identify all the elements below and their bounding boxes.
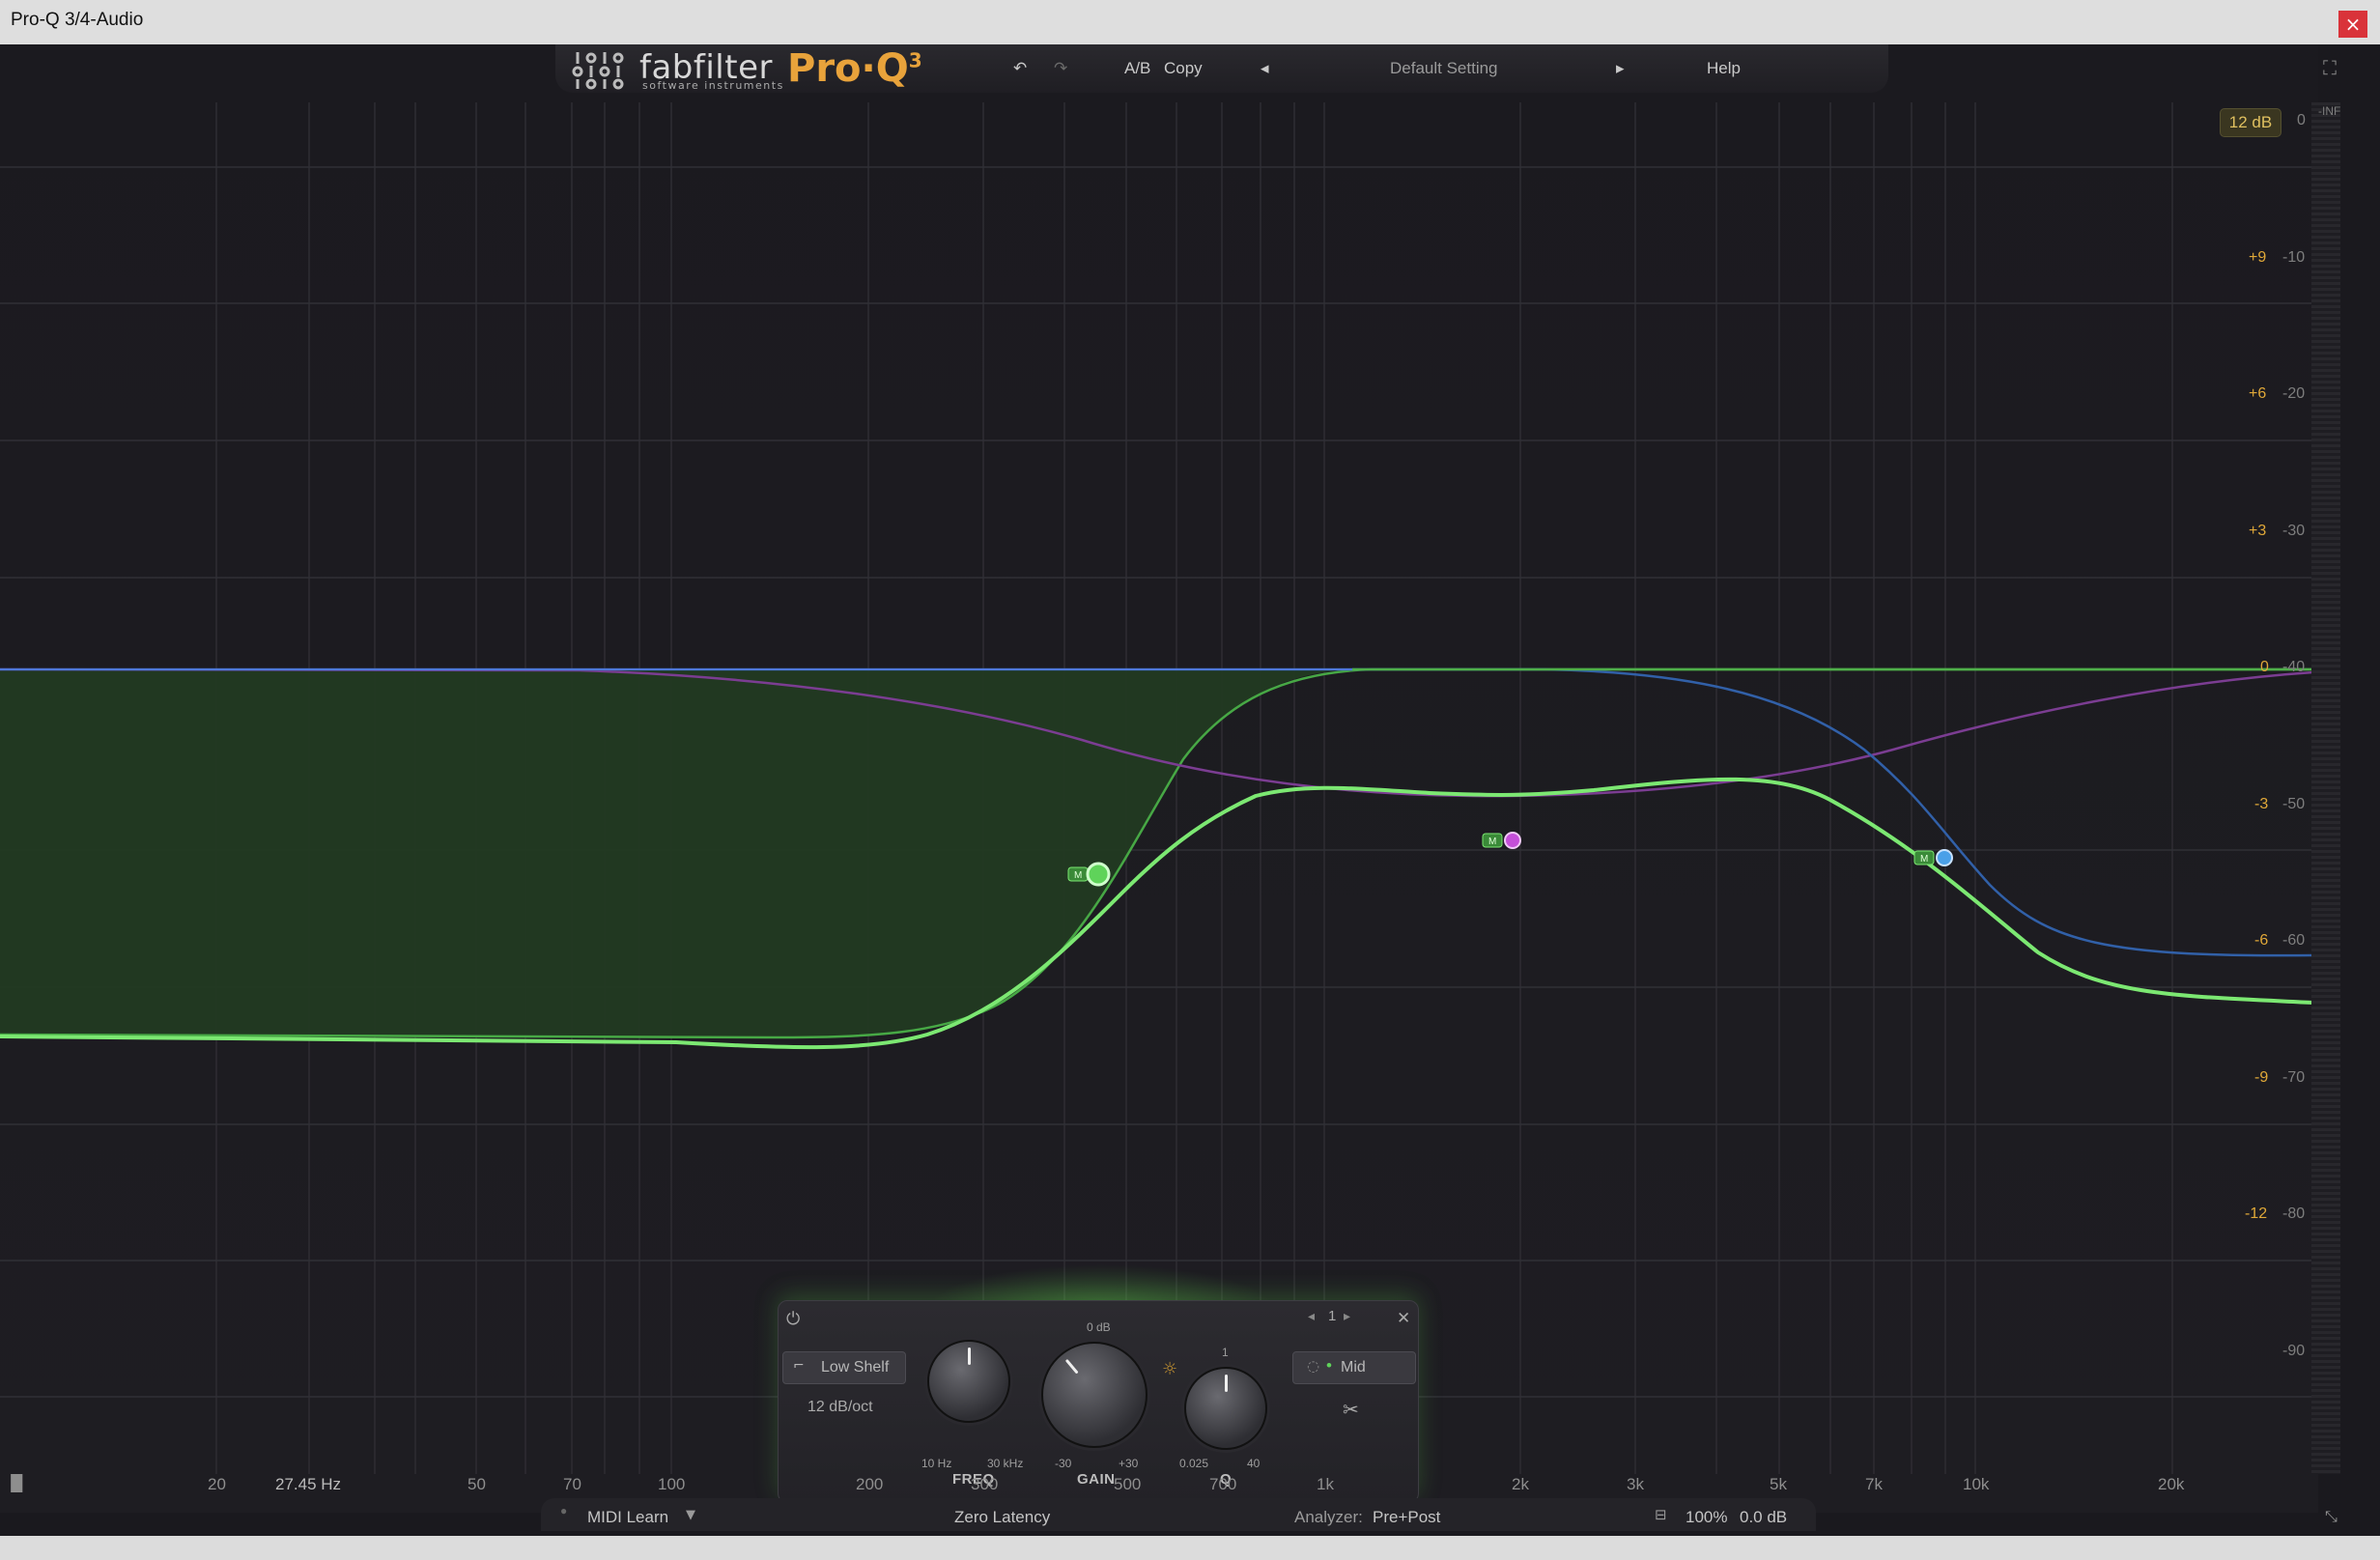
freq-tick-5k: 5k: [1770, 1475, 1787, 1493]
band-power-icon[interactable]: ⏻: [786, 1309, 800, 1329]
midi-learn-button[interactable]: MIDI Learn: [587, 1508, 668, 1527]
svg-text:M: M: [1920, 854, 1928, 865]
stereo-placement-button[interactable]: ◌ • Mid: [1292, 1351, 1416, 1384]
freq-tick-10k: 10k: [1963, 1475, 1990, 1493]
freq-tick-7k: 7k: [1865, 1475, 1883, 1493]
freq-tick-cursor: 27.45 Hz: [275, 1475, 342, 1493]
meter-inf-label: -INF: [2318, 104, 2341, 118]
q-min-label: 0.025: [1179, 1457, 1209, 1470]
stereo-link-icon: ◌: [1307, 1357, 1320, 1375]
band-close-icon[interactable]: ✕: [1397, 1309, 1410, 1328]
freq-tick-700: 700: [1209, 1475, 1237, 1493]
latency-mode-button[interactable]: Zero Latency: [954, 1508, 1050, 1527]
redo-icon[interactable]: ↷: [1054, 59, 1067, 78]
host-bottom-strip: [0, 1536, 2380, 1560]
piano-display-icon[interactable]: ▐▌: [5, 1474, 29, 1492]
band-3-node[interactable]: M: [1913, 849, 1953, 866]
gain-scale-plus6: +6: [2249, 385, 2267, 402]
preset-name[interactable]: Default Setting: [1390, 59, 1498, 78]
db-scale-minus80: -80: [2282, 1205, 2306, 1222]
freq-tick-20: 20: [208, 1475, 226, 1493]
freq-tick-200: 200: [856, 1475, 884, 1493]
filter-shape-button[interactable]: ⌐ Low Shelf: [782, 1351, 906, 1384]
q-knob[interactable]: [1184, 1367, 1267, 1450]
gain-label: GAIN: [1077, 1471, 1116, 1488]
db-scale-minus10: -10: [2282, 249, 2306, 266]
freq-tick-20k: 20k: [2158, 1475, 2185, 1493]
freq-knob[interactable]: [927, 1340, 1010, 1423]
gain-scale-minus3: -3: [2254, 796, 2269, 812]
ab-button[interactable]: A/B: [1124, 59, 1150, 78]
freq-tick-50: 50: [468, 1475, 486, 1493]
db-scale-minus60: -60: [2282, 932, 2306, 949]
freq-tick-70: 70: [563, 1475, 581, 1493]
band-prev-icon[interactable]: ◂: [1308, 1309, 1315, 1324]
midi-dot-icon: ●: [560, 1504, 568, 1517]
stereo-placement-label: Mid: [1341, 1359, 1366, 1376]
slope-selector[interactable]: 12 dB/oct: [808, 1399, 873, 1416]
band-next-icon[interactable]: ▸: [1344, 1309, 1350, 1324]
output-gain[interactable]: 0.0 dB: [1740, 1508, 1787, 1527]
copy-button[interactable]: Copy: [1164, 59, 1203, 78]
band-number: 1: [1328, 1308, 1337, 1324]
band-panel: ⏻ ◂ 1 ▸ ✕ ⌐ Low Shelf 12 dB/oct 10 Hz 30…: [778, 1300, 1419, 1503]
gain-scale-minus9: -9: [2254, 1069, 2269, 1086]
analyzer-label: Analyzer:: [1294, 1508, 1363, 1526]
help-button[interactable]: Help: [1707, 59, 1741, 78]
gain-knob[interactable]: [1041, 1342, 1148, 1448]
q-max-label: 40: [1247, 1457, 1261, 1470]
svg-text:M: M: [1074, 870, 1082, 881]
fullscreen-icon[interactable]: ⛶: [2323, 58, 2337, 80]
output-level-meter: [2311, 102, 2340, 1474]
q-top-label: 1: [1222, 1346, 1229, 1359]
db-scale-minus20: -20: [2282, 385, 2306, 402]
gain-scale-minus12: -12: [2245, 1205, 2268, 1222]
mid-dot-icon: •: [1326, 1356, 1332, 1375]
window-titlebar: Pro-Q 3/4-Audio ×: [0, 0, 2380, 45]
scissors-icon[interactable]: ✂: [1343, 1398, 1359, 1421]
undo-icon[interactable]: ↶: [1013, 59, 1027, 78]
freq-tick-300: 300: [971, 1475, 999, 1493]
fabfilter-logo-icon: [572, 52, 624, 90]
db-scale-minus50: -50: [2282, 796, 2306, 812]
freq-tick-3k: 3k: [1627, 1475, 1644, 1493]
svg-text:M: M: [1488, 837, 1496, 847]
gain-min-label: -30: [1055, 1457, 1072, 1470]
freq-min-label: 10 Hz: [921, 1457, 952, 1470]
gain-scale-minus6: -6: [2254, 932, 2269, 949]
gain-max-label: +30: [1119, 1457, 1139, 1470]
low-shelf-icon: ⌐: [793, 1358, 805, 1374]
freq-tick-1k: 1k: [1317, 1475, 1334, 1493]
display-range-button[interactable]: 12 dB: [2220, 108, 2281, 137]
resize-handle-icon[interactable]: ⤡: [2325, 1507, 2338, 1526]
freq-max-label: 30 kHz: [987, 1457, 1024, 1470]
gain-scale-0: 0: [2260, 659, 2269, 675]
gain-scale-plus3: +3: [2249, 523, 2267, 539]
db-scale-minus40: -40: [2282, 659, 2306, 675]
db-scale-0: 0: [2297, 112, 2306, 128]
brand-subtitle: software instruments: [642, 79, 784, 92]
db-scale-minus30: -30: [2282, 523, 2306, 539]
gain-scale-plus9: +9: [2249, 249, 2267, 266]
output-options-icon[interactable]: ⊟: [1655, 1506, 1667, 1523]
preset-prev-icon[interactable]: ◂: [1261, 59, 1269, 78]
status-bar: [541, 1498, 1816, 1531]
filter-shape-label: Low Shelf: [821, 1359, 890, 1376]
freq-tick-500: 500: [1114, 1475, 1142, 1493]
freq-tick-100: 100: [658, 1475, 686, 1493]
db-scale-minus90: -90: [2282, 1343, 2306, 1359]
product-name: Pro·Q3: [787, 46, 922, 91]
window-title: Pro-Q 3/4-Audio: [11, 10, 144, 30]
analyzer-mode-button[interactable]: Pre+Post: [1373, 1508, 1440, 1527]
preset-next-icon[interactable]: ▸: [1616, 59, 1625, 78]
band-2-node[interactable]: M: [1482, 832, 1521, 849]
gain-scale-icon[interactable]: ☼: [1162, 1359, 1177, 1379]
db-scale-minus70: -70: [2282, 1069, 2306, 1086]
pro-q-plugin: M M M fabfilter software instruments Pro…: [0, 44, 2380, 1560]
zoom-level[interactable]: 100%: [1686, 1508, 1727, 1527]
window-close-button[interactable]: ×: [2338, 11, 2367, 38]
gain-top-label: 0 dB: [1087, 1320, 1111, 1334]
freq-tick-2k: 2k: [1512, 1475, 1529, 1493]
midi-dropdown-icon[interactable]: ▼: [686, 1508, 695, 1522]
